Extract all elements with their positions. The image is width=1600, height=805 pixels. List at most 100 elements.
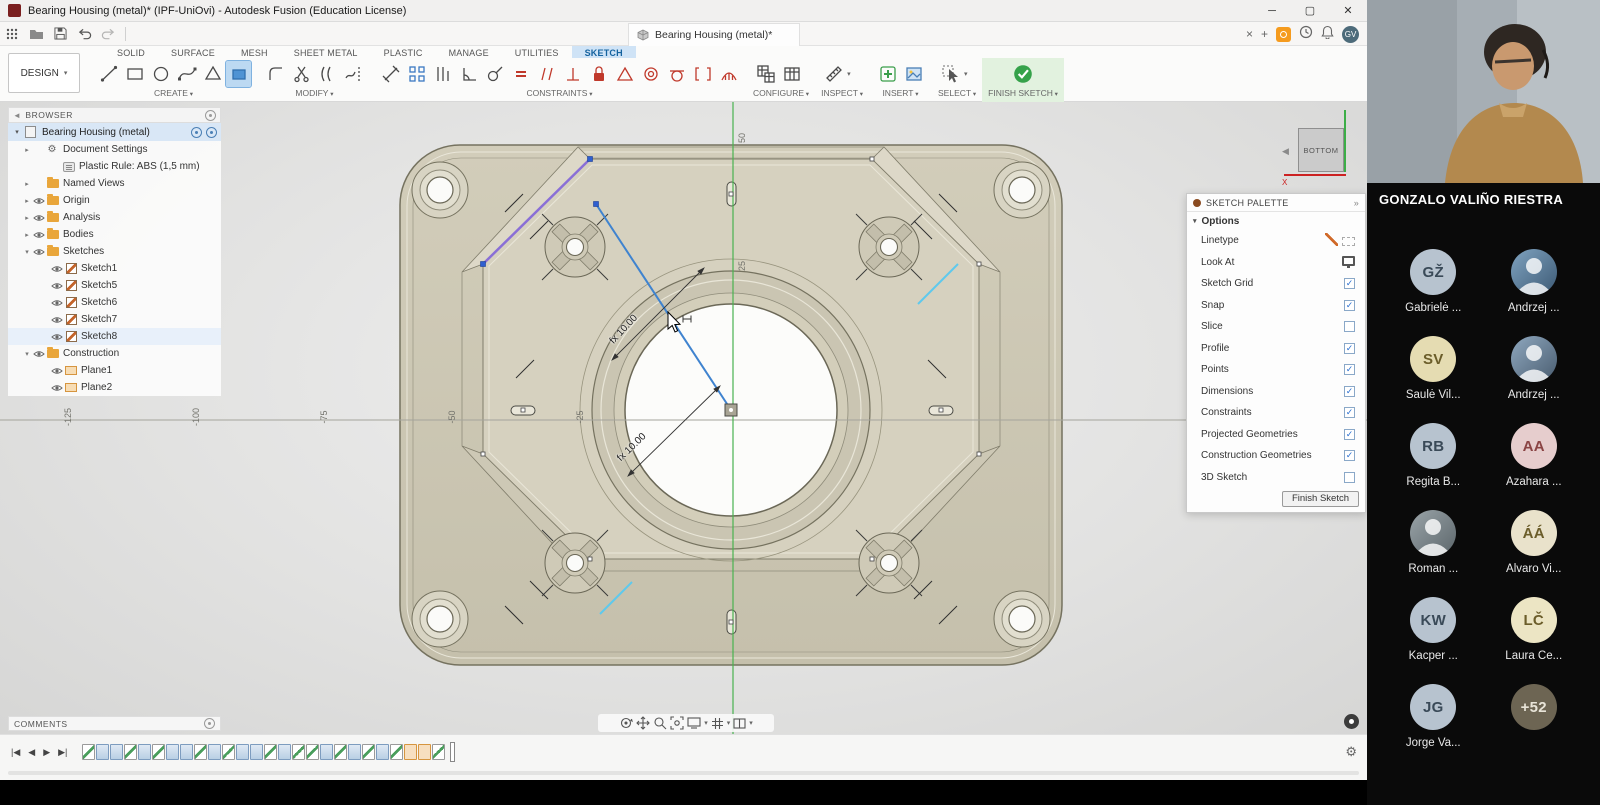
- viewcube-face[interactable]: BOTTOM: [1298, 128, 1344, 172]
- tangent-constraint-icon[interactable]: [664, 61, 689, 87]
- visibility-eye-icon[interactable]: [50, 298, 64, 308]
- angle-constraint-icon[interactable]: [456, 61, 481, 87]
- participant-tile[interactable]: AA Azahara ...: [1486, 423, 1581, 488]
- orbit-icon[interactable]: [619, 716, 633, 730]
- canvas-image-icon[interactable]: [901, 61, 926, 87]
- expand-arrow-icon[interactable]: ▾: [22, 350, 32, 358]
- participant-tile[interactable]: RB Regita B...: [1386, 423, 1481, 488]
- visibility-eye-icon[interactable]: [50, 332, 64, 342]
- participant-tile[interactable]: GŽ Gabrielė ...: [1386, 249, 1481, 314]
- timeline-feature-icon[interactable]: [180, 744, 193, 760]
- offset-tool-icon[interactable]: [315, 61, 340, 87]
- participant-tile[interactable]: Andrzej ...: [1486, 336, 1581, 401]
- browser-tree-row[interactable]: Sketch1: [8, 260, 221, 277]
- palette-option-row[interactable]: Dimensions: [1187, 381, 1365, 403]
- comments-expand-icon[interactable]: [204, 718, 215, 729]
- select-group-label[interactable]: SELECT: [938, 88, 976, 100]
- visibility-eye-icon[interactable]: [50, 383, 64, 393]
- option-checkbox-checked[interactable]: [1344, 364, 1355, 375]
- line-tool-icon[interactable]: [96, 61, 121, 87]
- option-checkbox-unchecked[interactable]: [1344, 472, 1355, 483]
- triangle-constraint-icon[interactable]: [612, 61, 637, 87]
- participant-tile[interactable]: JG Jorge Va...: [1386, 684, 1481, 749]
- job-status-icon[interactable]: [1276, 27, 1291, 42]
- comments-bar[interactable]: COMMENTS: [8, 716, 221, 731]
- browser-tree-row[interactable]: Plane2: [8, 379, 221, 396]
- option-checkbox-checked[interactable]: [1344, 429, 1355, 440]
- palette-option-row[interactable]: 3D Sketch: [1187, 467, 1365, 489]
- browser-tree-row[interactable]: ▸ Bodies: [8, 226, 221, 243]
- browser-tree-row[interactable]: Sketch5: [8, 277, 221, 294]
- sketch-palette-header[interactable]: SKETCH PALETTE: [1187, 194, 1365, 212]
- browser-options-icon[interactable]: [205, 110, 216, 121]
- option-checkbox-checked[interactable]: [1344, 343, 1355, 354]
- ribbon-tab[interactable]: SOLID: [104, 46, 158, 58]
- visibility-eye-icon[interactable]: [32, 196, 46, 206]
- finish-sketch-icon[interactable]: [1011, 61, 1036, 87]
- timeline-feature-icon[interactable]: [320, 744, 333, 760]
- speaker-video[interactable]: [1367, 0, 1600, 183]
- visibility-eye-icon[interactable]: [50, 264, 64, 274]
- finish-sketch-group-label[interactable]: FINISH SKETCH: [988, 88, 1058, 100]
- timeline-go-end-icon[interactable]: [55, 747, 70, 758]
- participant-tile[interactable]: +52: [1486, 684, 1581, 749]
- diameter-dimension-icon[interactable]: [482, 61, 507, 87]
- rectangular-pattern-icon[interactable]: [404, 61, 429, 87]
- display-caret-icon[interactable]: ▾: [704, 719, 708, 727]
- expand-arrow-icon[interactable]: ▸: [22, 231, 32, 239]
- palette-option-row[interactable]: Slice: [1187, 316, 1365, 338]
- modify-group-label[interactable]: MODIFY: [263, 88, 366, 100]
- browser-tree-row[interactable]: ▸ Document Settings: [8, 141, 221, 158]
- configure-table-icon[interactable]: [753, 61, 778, 87]
- browser-root-row[interactable]: ▾ Bearing Housing (metal): [8, 123, 221, 141]
- visibility-eye-icon[interactable]: [32, 230, 46, 240]
- timeline-feature-icon[interactable]: [278, 744, 291, 760]
- participant-tile[interactable]: Andrzej ...: [1486, 249, 1581, 314]
- insert-plus-icon[interactable]: [875, 61, 900, 87]
- grid-settings-icon[interactable]: [711, 717, 724, 730]
- timeline-feature-icon[interactable]: [362, 744, 375, 760]
- trim-scissors-icon[interactable]: [289, 61, 314, 87]
- palette-option-row[interactable]: Projected Geometries: [1187, 424, 1365, 446]
- expand-arrow-icon[interactable]: ▸: [22, 146, 32, 154]
- select-cursor-icon[interactable]: [938, 61, 963, 87]
- palette-option-row[interactable]: Points: [1187, 359, 1365, 381]
- fit-icon[interactable]: [670, 716, 684, 730]
- browser-tree-row[interactable]: ▸ Analysis: [8, 209, 221, 226]
- expand-arrow-icon[interactable]: ▸: [22, 180, 32, 188]
- timeline-feature-icon[interactable]: [138, 744, 151, 760]
- polygon-tool-icon[interactable]: [200, 61, 225, 87]
- ribbon-tab[interactable]: MESH: [228, 46, 281, 58]
- isolate-component-icon[interactable]: [206, 127, 217, 138]
- inspect-group-label[interactable]: INSPECT: [821, 88, 863, 100]
- timeline-feature-icon[interactable]: [222, 744, 235, 760]
- timeline-feature-icon[interactable]: [236, 744, 249, 760]
- option-checkbox-checked[interactable]: [1344, 386, 1355, 397]
- linetype-icons[interactable]: [1325, 233, 1355, 249]
- viewcube-rotate-arrow-icon[interactable]: [1282, 146, 1289, 157]
- timeline-feature-icon[interactable]: [292, 744, 305, 760]
- palette-option-row[interactable]: Profile: [1187, 338, 1365, 360]
- circle-tool-icon[interactable]: [148, 61, 173, 87]
- option-checkbox-unchecked[interactable]: [1344, 321, 1355, 332]
- perpendicular-constraint-icon[interactable]: [560, 61, 585, 87]
- palette-option-row[interactable]: Construction Geometries: [1187, 445, 1365, 467]
- expand-arrow-icon[interactable]: ▾: [22, 248, 32, 256]
- visibility-eye-icon[interactable]: [32, 247, 46, 257]
- finish-sketch-button[interactable]: Finish Sketch: [1282, 491, 1359, 507]
- design-workspace-dropdown[interactable]: DESIGN: [8, 53, 80, 93]
- app-grid-icon[interactable]: [0, 23, 24, 45]
- timeline-feature-icon[interactable]: [348, 744, 361, 760]
- option-checkbox-checked[interactable]: [1344, 278, 1355, 289]
- expand-arrow-icon[interactable]: ▸: [22, 214, 32, 222]
- palette-option-row[interactable]: Look At: [1187, 252, 1365, 274]
- curvature-constraint-icon[interactable]: [716, 61, 741, 87]
- look-at-icon[interactable]: [1342, 256, 1355, 269]
- timeline-feature-icon[interactable]: [418, 744, 431, 760]
- measure-icon[interactable]: [821, 61, 846, 87]
- timeline-feature-icon[interactable]: [194, 744, 207, 760]
- participant-tile[interactable]: SV Saulė Vil...: [1386, 336, 1481, 401]
- zoom-icon[interactable]: [653, 716, 667, 730]
- timeline-feature-icon[interactable]: [96, 744, 109, 760]
- insert-group-label[interactable]: INSERT: [875, 88, 926, 100]
